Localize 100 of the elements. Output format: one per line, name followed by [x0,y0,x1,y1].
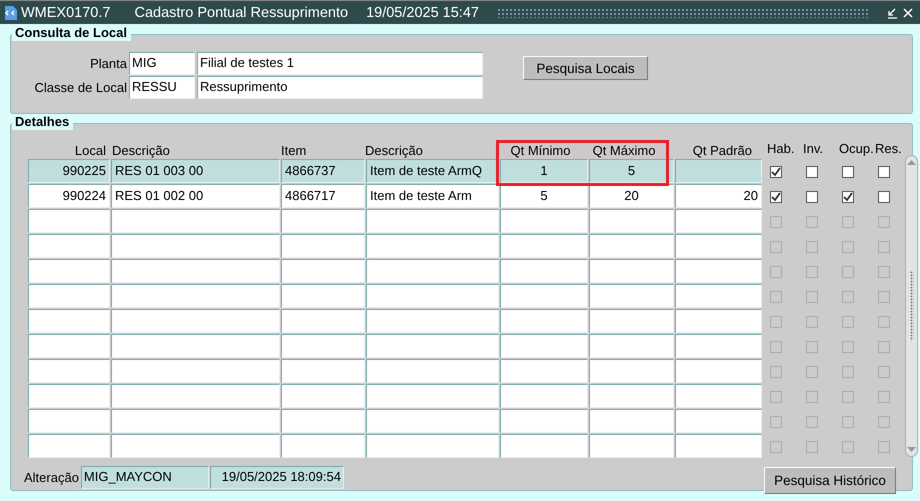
table-cell[interactable]: 990224 [28,184,110,208]
checkbox[interactable] [806,166,818,178]
table-cell[interactable] [589,359,674,383]
checkbox[interactable] [770,240,782,252]
table-cell[interactable]: RES 01 003 00 [111,159,280,183]
table-cell[interactable] [28,309,110,333]
table-cell[interactable] [366,409,499,433]
table-cell[interactable] [675,409,762,433]
table-cell[interactable] [589,384,674,408]
table-cell[interactable] [500,434,588,458]
table-cell[interactable] [28,434,110,458]
checkbox[interactable] [842,190,854,202]
table-cell[interactable]: 990225 [28,159,110,183]
checkbox[interactable] [806,190,818,202]
table-cell[interactable] [111,384,280,408]
table-cell[interactable] [366,284,499,308]
table-cell[interactable]: 4866737 [281,159,365,183]
table-cell[interactable] [281,359,365,383]
table-cell[interactable] [28,284,110,308]
checkbox[interactable] [770,340,782,352]
table-cell[interactable] [675,359,762,383]
table-cell[interactable] [589,334,674,358]
description-field[interactable]: Ressuprimento [197,76,483,99]
table-cell[interactable] [281,334,365,358]
checkbox[interactable] [842,290,854,302]
minimize-icon[interactable] [886,6,898,18]
checkbox[interactable] [842,390,854,402]
table-cell[interactable] [675,284,762,308]
checkbox[interactable] [842,416,854,428]
checkbox[interactable] [806,240,818,252]
table-cell[interactable] [28,409,110,433]
scroll-up-icon[interactable] [906,158,917,167]
table-cell[interactable] [589,259,674,283]
checkbox[interactable] [806,416,818,428]
table-cell[interactable] [366,309,499,333]
checkbox[interactable] [842,166,854,178]
table-cell[interactable] [675,209,762,233]
checkbox[interactable] [842,366,854,378]
table-cell[interactable]: 4866717 [281,184,365,208]
search-locations-button[interactable]: Pesquisa Locais [523,56,648,80]
table-cell[interactable] [366,259,499,283]
table-cell[interactable] [589,234,674,258]
table-cell[interactable] [675,234,762,258]
checkbox[interactable] [770,366,782,378]
table-cell[interactable] [28,209,110,233]
checkbox[interactable] [842,240,854,252]
table-cell[interactable] [28,334,110,358]
code-field[interactable]: RESSU [129,76,195,99]
checkbox[interactable] [842,316,854,328]
table-cell[interactable] [111,334,280,358]
checkbox[interactable] [770,166,782,178]
checkbox[interactable] [878,240,890,252]
checkbox[interactable] [806,366,818,378]
table-cell[interactable] [589,309,674,333]
table-cell[interactable] [589,434,674,458]
checkbox[interactable] [806,316,818,328]
table-cell[interactable]: 20 [675,184,762,208]
checkbox[interactable] [878,266,890,278]
table-cell[interactable] [500,334,588,358]
table-cell[interactable] [281,284,365,308]
checkbox[interactable] [878,190,890,202]
table-cell[interactable] [281,434,365,458]
table-cell[interactable] [111,359,280,383]
table-cell[interactable] [500,259,588,283]
table-cell[interactable] [281,209,365,233]
table-cell[interactable] [366,209,499,233]
checkbox[interactable] [878,390,890,402]
table-cell[interactable] [675,434,762,458]
table-cell[interactable] [281,409,365,433]
table-cell[interactable] [111,309,280,333]
table-cell[interactable] [28,234,110,258]
checkbox[interactable] [806,390,818,402]
checkbox[interactable] [878,216,890,228]
table-cell[interactable] [500,284,588,308]
table-cell[interactable]: 1 [500,159,588,183]
table-cell[interactable] [111,409,280,433]
table-cell[interactable] [366,234,499,258]
table-cell[interactable] [281,259,365,283]
table-cell[interactable] [675,159,762,183]
table-cell[interactable] [111,434,280,458]
checkbox[interactable] [842,440,854,452]
checkbox[interactable] [878,416,890,428]
checkbox[interactable] [878,440,890,452]
checkbox[interactable] [770,416,782,428]
table-cell[interactable] [675,384,762,408]
checkbox[interactable] [770,316,782,328]
table-cell[interactable] [675,259,762,283]
table-cell[interactable] [675,309,762,333]
table-cell[interactable] [500,384,588,408]
table-cell[interactable] [366,434,499,458]
checkbox[interactable] [878,290,890,302]
checkbox[interactable] [770,290,782,302]
code-field[interactable]: MIG [129,52,195,75]
table-cell[interactable] [500,359,588,383]
table-cell[interactable] [589,209,674,233]
table-cell[interactable] [675,334,762,358]
table-cell[interactable] [500,409,588,433]
checkbox[interactable] [770,190,782,202]
checkbox[interactable] [878,316,890,328]
checkbox[interactable] [806,440,818,452]
